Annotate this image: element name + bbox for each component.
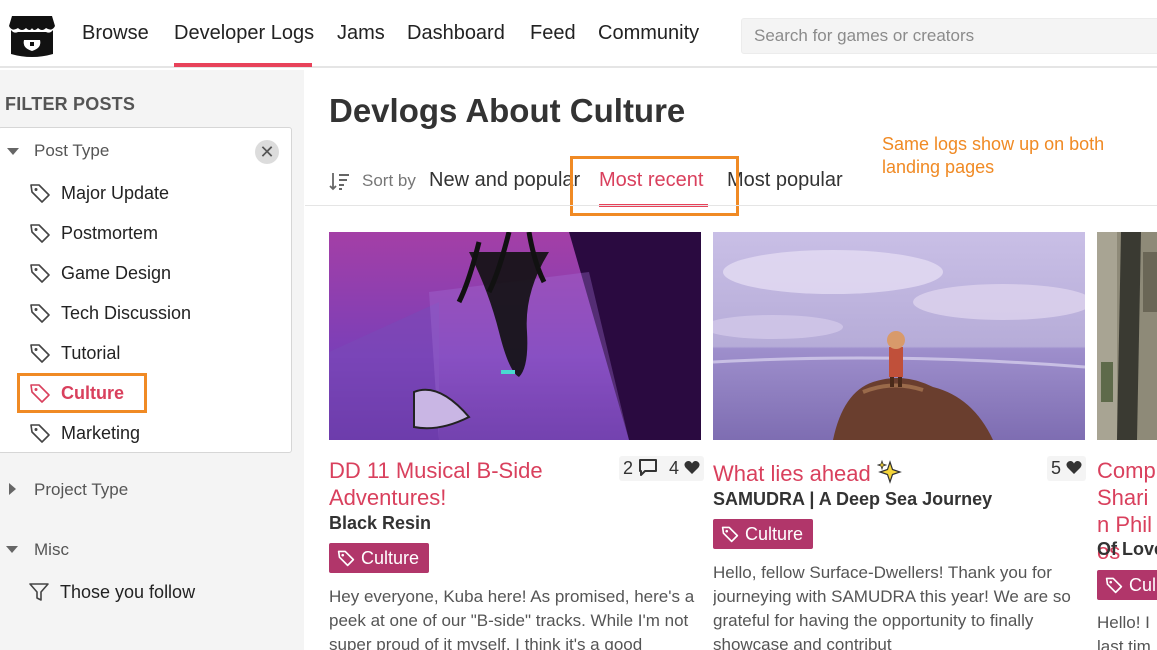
annotation-note: Same logs show up on both landing pages — [882, 134, 1105, 177]
tag-icon — [337, 550, 355, 567]
post-excerpt: Hello, fellow Surface-Dwellers! Thank yo… — [713, 563, 1071, 650]
post-type-label: Marketing — [61, 422, 141, 443]
post-stats: 2 4 — [619, 456, 705, 481]
tag-icon — [1105, 577, 1123, 594]
filter-posts-heading: FILTER POSTS — [5, 94, 136, 114]
filter-funnel-icon — [29, 583, 49, 601]
close-icon: ✕ — [259, 142, 275, 162]
nav-community[interactable]: Community — [598, 22, 699, 45]
post-game-name[interactable]: SAMUDRA | A Deep Sea Journey — [713, 489, 992, 510]
nav-feed[interactable]: Feed — [530, 22, 576, 45]
tag-label: Cul — [1129, 574, 1157, 595]
divider — [305, 205, 1157, 206]
post-type-heading[interactable]: Post Type — [34, 141, 109, 161]
misc-heading[interactable]: Misc — [34, 540, 69, 560]
nav-browse[interactable]: Browse — [82, 22, 149, 45]
tag-icon — [30, 264, 50, 283]
post-type-tutorial[interactable]: Tutorial — [29, 340, 120, 366]
tag-icon — [30, 224, 50, 243]
sort-icon — [329, 173, 349, 191]
sparkles-icon — [876, 459, 902, 484]
post-tag[interactable]: Culture — [713, 519, 814, 549]
post-excerpt: Hello! I last tim — [1097, 613, 1151, 650]
caret-down-icon[interactable] — [7, 148, 19, 155]
post-title-text: What lies ahead — [713, 461, 871, 486]
post-stats: 5 — [1047, 456, 1087, 481]
misc-item-label: Those you follow — [60, 581, 196, 602]
nav-jams[interactable]: Jams — [337, 22, 385, 45]
post-game-name[interactable]: Of Love — [1097, 539, 1157, 560]
tag-icon — [30, 304, 50, 323]
active-nav-indicator — [174, 63, 312, 67]
post-thumbnail[interactable] — [713, 232, 1085, 440]
most-recent-highlight-annotation — [570, 156, 739, 216]
post-tag[interactable]: Cul — [1097, 570, 1157, 600]
devlog-card: Comp Sharin Philos Of Love Cul Hello! I … — [1097, 232, 1157, 650]
sort-most-popular[interactable]: Most popular — [727, 169, 843, 192]
tag-icon — [30, 184, 50, 203]
filter-sidebar: FILTER POSTS Post Type ✕ Major Update Po… — [0, 70, 304, 650]
post-type-label: Tutorial — [61, 342, 121, 363]
post-tag[interactable]: Culture — [329, 543, 430, 573]
post-type-game-design[interactable]: Game Design — [29, 260, 171, 286]
post-title[interactable]: DD 11 Musical B-Side Adventures! — [329, 457, 609, 511]
search-input[interactable] — [741, 18, 1157, 54]
page-title: Devlogs About Culture — [329, 92, 686, 129]
sort-label: Sort by — [362, 171, 416, 190]
post-type-postmortem[interactable]: Postmortem — [29, 220, 158, 246]
filter-those-you-follow[interactable]: Those you follow — [28, 579, 195, 605]
post-thumbnail[interactable] — [329, 232, 701, 440]
culture-highlight-annotation — [17, 373, 147, 413]
post-type-label: Game Design — [61, 262, 172, 283]
top-header: Browse Developer Logs Jams Dashboard Fee… — [0, 0, 1157, 68]
tag-icon — [721, 526, 739, 543]
tag-icon — [30, 424, 50, 443]
post-type-label: Postmortem — [61, 222, 159, 243]
tag-icon — [30, 344, 50, 363]
post-game-name[interactable]: Black Resin — [329, 513, 431, 534]
comment-icon — [639, 459, 658, 476]
heart-icon — [684, 461, 700, 474]
tag-label: Culture — [361, 547, 420, 568]
post-type-marketing[interactable]: Marketing — [29, 420, 140, 446]
post-type-label: Tech Discussion — [61, 302, 192, 323]
caret-down-icon[interactable] — [6, 546, 18, 553]
itchio-logo-icon[interactable] — [8, 12, 56, 58]
tag-label: Culture — [745, 523, 804, 544]
like-count: 4 — [669, 458, 680, 478]
like-count: 5 — [1051, 458, 1062, 478]
project-type-heading[interactable]: Project Type — [34, 480, 128, 500]
post-thumbnail[interactable] — [1097, 232, 1157, 440]
nav-dashboard[interactable]: Dashboard — [407, 22, 505, 45]
caret-right-icon[interactable] — [9, 483, 16, 495]
sort-new-and-popular[interactable]: New and popular — [429, 169, 580, 192]
comment-count: 2 — [623, 458, 634, 478]
post-type-tech-discussion[interactable]: Tech Discussion — [29, 300, 191, 326]
post-title[interactable]: What lies ahead — [713, 459, 913, 487]
nav-developer-logs[interactable]: Developer Logs — [174, 22, 314, 45]
heart-icon — [1066, 461, 1082, 474]
post-excerpt: Hey everyone, Kuba here! As promised, he… — [329, 587, 695, 650]
post-type-major-update[interactable]: Major Update — [29, 180, 169, 206]
post-type-label: Major Update — [61, 182, 170, 203]
clear-filter-button[interactable]: ✕ — [255, 140, 279, 164]
